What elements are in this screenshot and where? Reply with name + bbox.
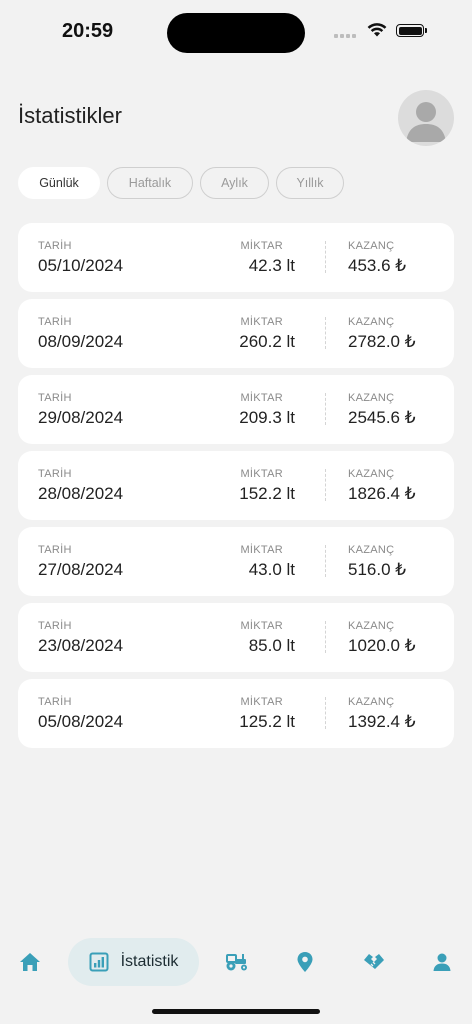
nav-statistics-label: İstatistik [120,953,179,970]
quantity-label: MİKTAR [240,392,283,404]
quantity-value: 42.3 lt [248,256,295,275]
list-item[interactable]: TARİH 05/08/2024 MİKTAR 125.2 lt KAZANÇ … [18,679,454,748]
divider [325,621,326,653]
earnings-value: 516.0 ₺ [348,560,407,579]
quantity-label: MİKTAR [240,696,283,708]
divider [325,317,326,349]
earnings-value: 2782.0 ₺ [348,332,416,351]
date-label: TARİH [38,392,72,404]
period-filter-tabs: Günlük Haftalık Aylık Yıllık [18,167,344,199]
quantity-value: 209.3 lt [239,408,295,427]
stats-icon [89,952,109,972]
tractor-icon [226,954,247,971]
divider [325,545,326,577]
date-label: TARİH [38,620,72,632]
earnings-label: KAZANÇ [348,392,395,404]
quantity-label: MİKTAR [240,240,283,252]
list-item[interactable]: TARİH 27/08/2024 MİKTAR 43.0 lt KAZANÇ 5… [18,527,454,596]
quantity-label: MİKTAR [240,316,283,328]
earnings-label: KAZANÇ [348,696,395,708]
date-value: 28/08/2024 [38,484,124,503]
page-title: İstatistikler [18,103,122,128]
date-value: 08/09/2024 [38,332,124,351]
date-label: TARİH [38,240,72,252]
divider [325,393,326,425]
tab-daily[interactable]: Günlük [18,167,100,199]
earnings-label: KAZANÇ [348,316,395,328]
list-item[interactable]: TARİH 23/08/2024 MİKTAR 85.0 lt KAZANÇ 1… [18,603,454,672]
nav-profile[interactable] [428,938,456,986]
quantity-value: 43.0 lt [248,560,295,579]
nav-home[interactable] [16,938,44,986]
status-bar: 20:59 [0,0,472,60]
earnings-value: 1392.4 ₺ [348,712,416,731]
nav-location[interactable] [290,938,320,986]
earnings-value: 1020.0 ₺ [348,636,416,655]
list-item[interactable]: TARİH 05/10/2024 MİKTAR 42.3 lt KAZANÇ 4… [18,223,454,292]
divider [325,469,326,501]
date-label: TARİH [38,468,72,480]
tab-monthly[interactable]: Aylık [200,167,269,199]
statistics-list: TARİH 05/10/2024 MİKTAR 42.3 lt KAZANÇ 4… [18,223,454,755]
date-value: 27/08/2024 [38,560,124,579]
quantity-value: 125.2 lt [239,712,295,731]
home-indicator [152,1009,320,1014]
nav-statistics[interactable]: İstatistik [68,938,199,986]
avatar[interactable] [398,90,454,146]
tab-weekly[interactable]: Haftalık [107,167,193,199]
date-label: TARİH [38,696,72,708]
quantity-label: MİKTAR [240,620,283,632]
date-value: 23/08/2024 [38,636,124,655]
wifi-icon [367,23,387,37]
divider [325,241,326,273]
date-value: 05/08/2024 [38,712,124,731]
list-item[interactable]: TARİH 08/09/2024 MİKTAR 260.2 lt KAZANÇ … [18,299,454,368]
profile-icon [433,953,451,971]
bottom-navigation: İstatistik [0,938,472,986]
tab-yearly[interactable]: Yıllık [276,167,344,199]
date-value: 05/10/2024 [38,256,124,275]
quantity-value: 152.2 lt [239,484,295,503]
quantity-label: MİKTAR [240,544,283,556]
earnings-label: KAZANÇ [348,468,395,480]
list-item[interactable]: TARİH 29/08/2024 MİKTAR 209.3 lt KAZANÇ … [18,375,454,444]
date-value: 29/08/2024 [38,408,124,427]
quantity-value: 85.0 lt [248,636,295,655]
status-time: 20:59 [62,20,114,42]
cellular-signal-icon [334,34,356,38]
battery-icon [396,24,427,37]
dynamic-island [167,13,305,53]
home-icon [20,953,40,971]
earnings-value: 453.6 ₺ [348,256,407,275]
list-item[interactable]: TARİH 28/08/2024 MİKTAR 152.2 lt KAZANÇ … [18,451,454,520]
divider [325,697,326,729]
nav-tractor[interactable] [222,938,252,986]
earnings-label: KAZANÇ [348,620,395,632]
earnings-label: KAZANÇ [348,240,395,252]
date-label: TARİH [38,544,72,556]
handshake-icon [364,954,384,969]
location-icon [297,952,313,972]
quantity-value: 260.2 lt [239,332,295,351]
quantity-label: MİKTAR [240,468,283,480]
nav-deals[interactable] [358,938,390,986]
date-label: TARİH [38,316,72,328]
earnings-value: 2545.6 ₺ [348,408,416,427]
earnings-value: 1826.4 ₺ [348,484,416,503]
earnings-label: KAZANÇ [348,544,395,556]
user-placeholder-icon [406,102,446,142]
